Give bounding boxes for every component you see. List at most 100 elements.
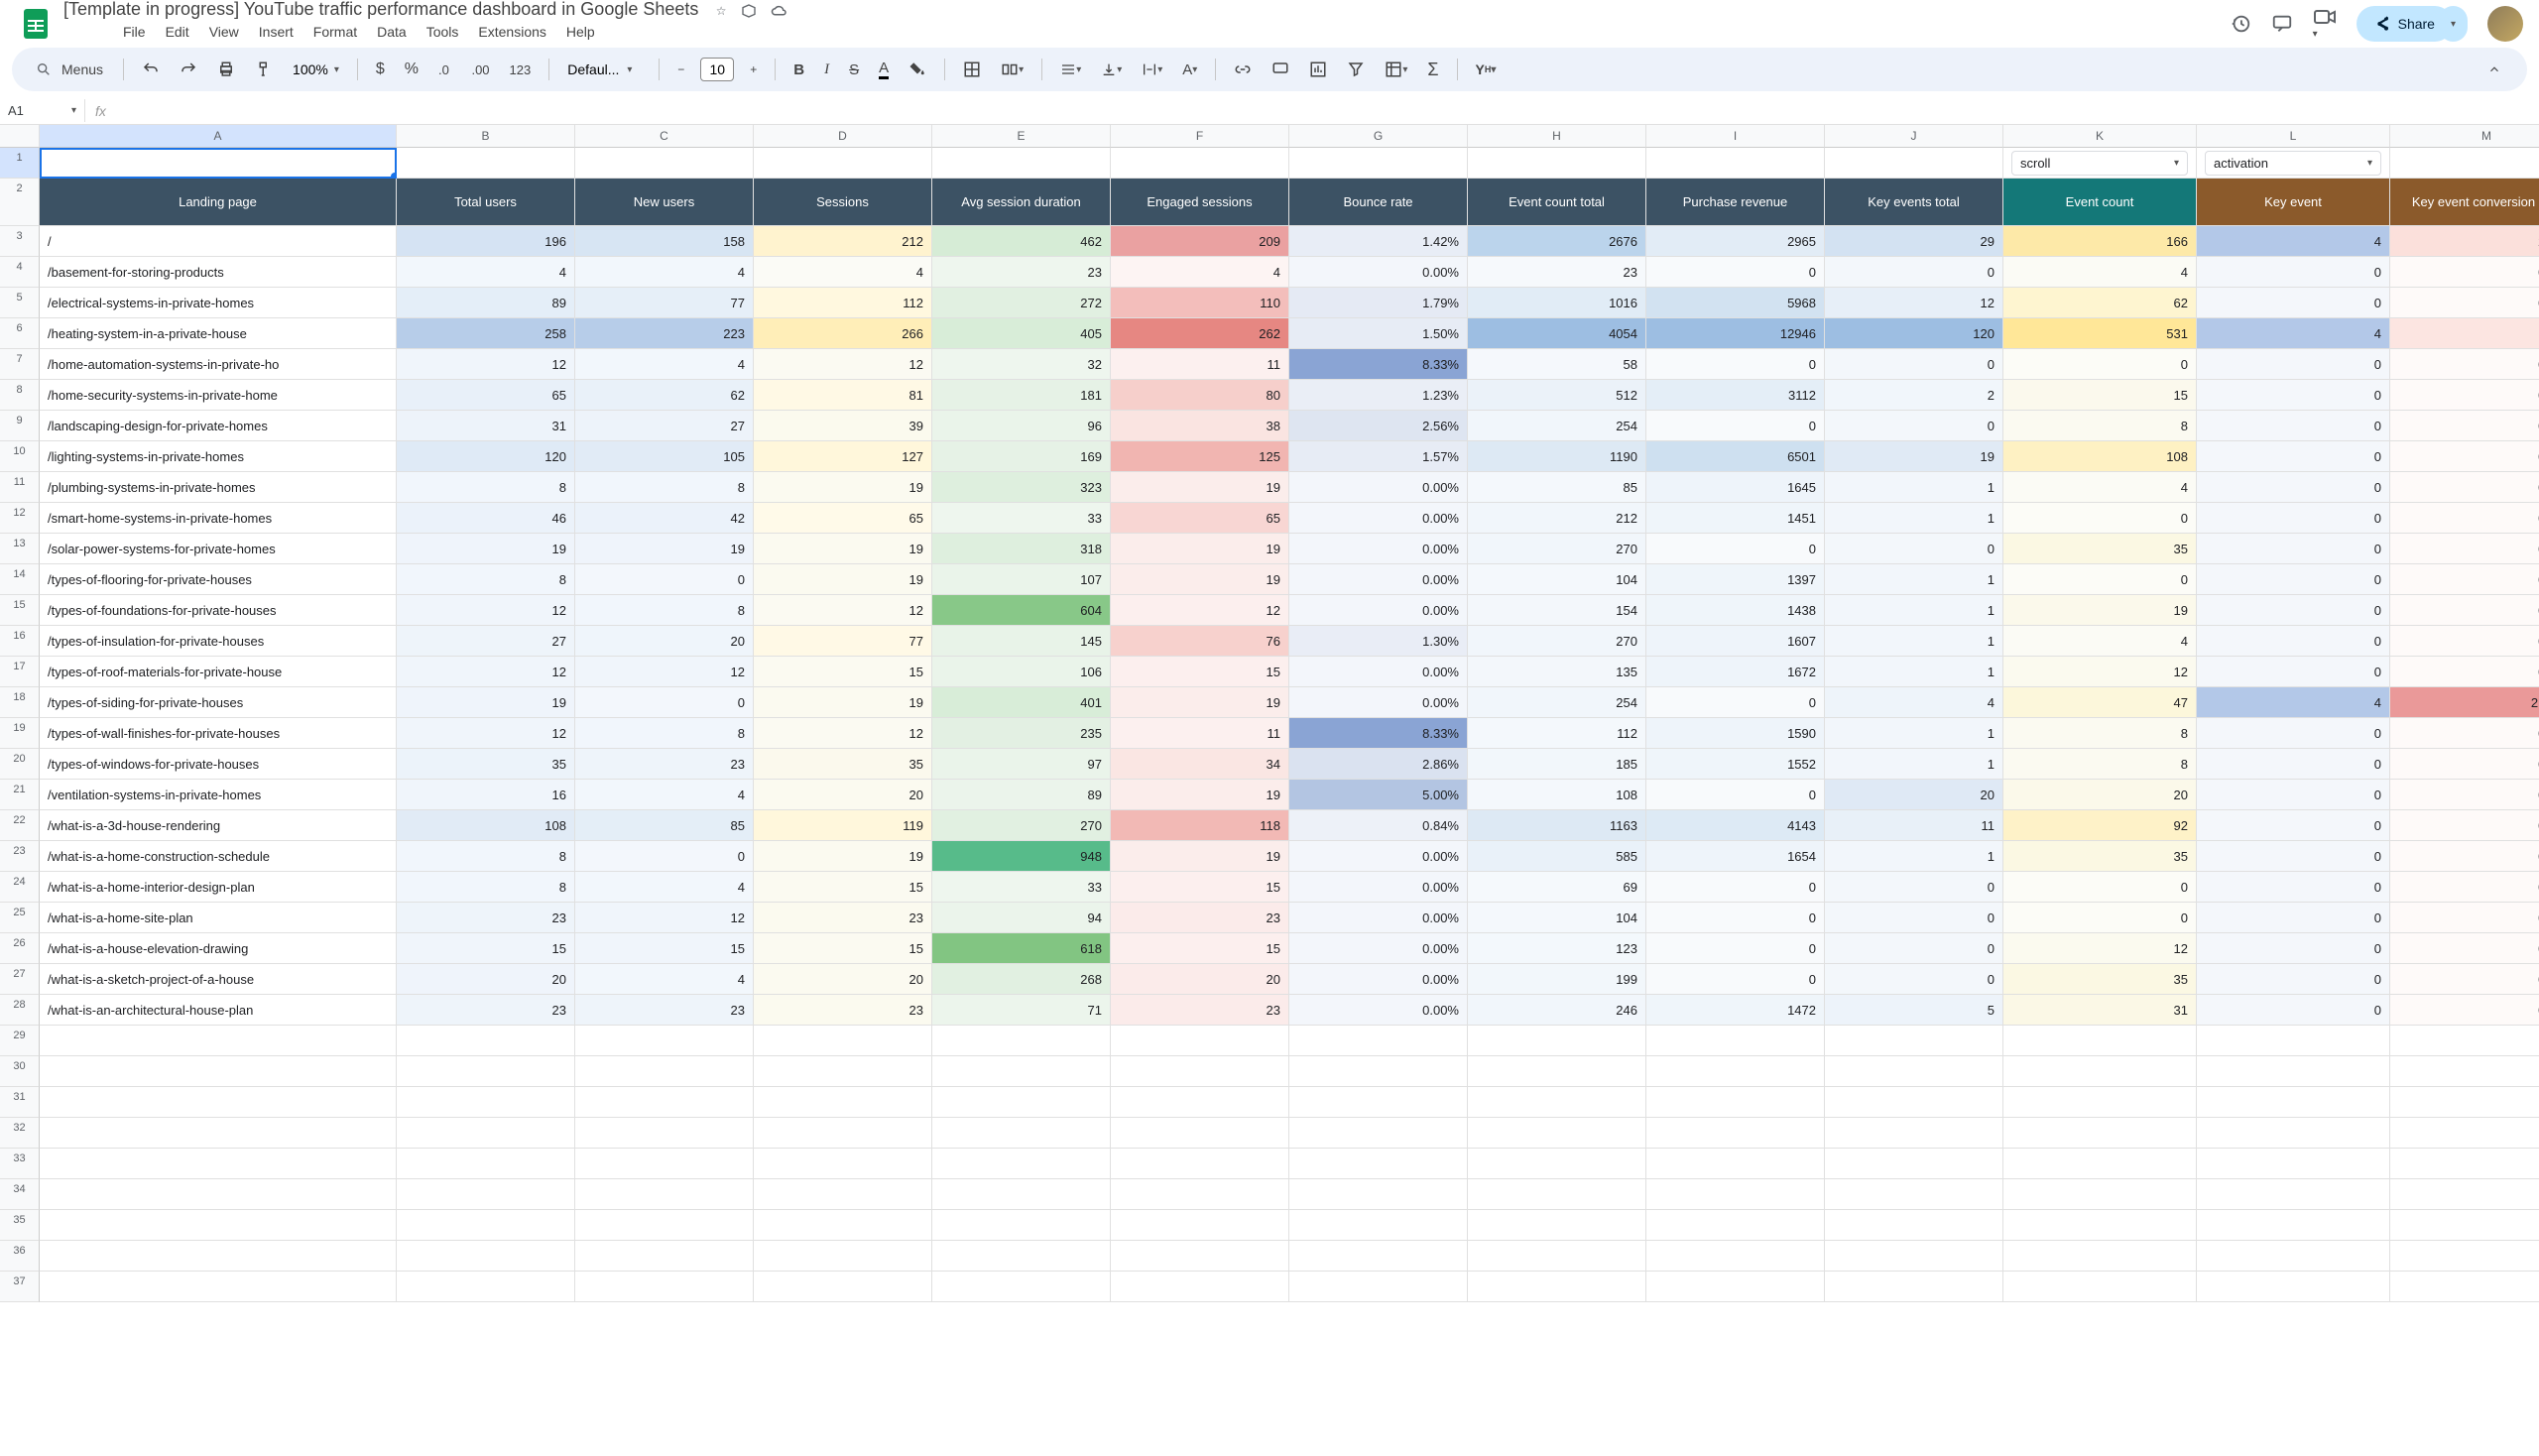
cell-empty[interactable] (397, 1056, 575, 1087)
cell-L13[interactable]: 0 (2197, 534, 2390, 564)
cell-I28[interactable]: 1472 (1646, 995, 1825, 1026)
cell-empty[interactable] (754, 1026, 932, 1056)
increase-decimal-button[interactable]: .00 (463, 57, 497, 83)
cell-M28[interactable]: 0.00% (2390, 995, 2539, 1026)
cell-empty[interactable] (1289, 1056, 1468, 1087)
cell-J22[interactable]: 11 (1825, 810, 2003, 841)
cell-D16[interactable]: 77 (754, 626, 932, 657)
cell-I3[interactable]: 2965 (1646, 226, 1825, 257)
cell-empty[interactable] (397, 1118, 575, 1149)
cell-empty[interactable] (932, 1149, 1111, 1179)
cell-empty[interactable] (932, 1026, 1111, 1056)
cell-I6[interactable]: 12946 (1646, 318, 1825, 349)
cell-r1[interactable] (1289, 148, 1468, 179)
cell-H14[interactable]: 104 (1468, 564, 1646, 595)
cell-F21[interactable]: 19 (1111, 780, 1289, 810)
cell-G4[interactable]: 0.00% (1289, 257, 1468, 288)
cell-L4[interactable]: 0 (2197, 257, 2390, 288)
cell-B7[interactable]: 12 (397, 349, 575, 380)
cell-I23[interactable]: 1654 (1646, 841, 1825, 872)
col-header-K[interactable]: K (2003, 125, 2197, 148)
cell-F9[interactable]: 38 (1111, 411, 1289, 441)
cell-K14[interactable]: 0 (2003, 564, 2197, 595)
cell-H12[interactable]: 212 (1468, 503, 1646, 534)
row-header-1[interactable]: 1 (0, 148, 40, 179)
cell-I10[interactable]: 6501 (1646, 441, 1825, 472)
cell-F8[interactable]: 80 (1111, 380, 1289, 411)
cell-G18[interactable]: 0.00% (1289, 687, 1468, 718)
cell-C7[interactable]: 4 (575, 349, 754, 380)
cell-L17[interactable]: 0 (2197, 657, 2390, 687)
cell-H22[interactable]: 1163 (1468, 810, 1646, 841)
cell-F15[interactable]: 12 (1111, 595, 1289, 626)
row-header-36[interactable]: 36 (0, 1241, 40, 1272)
cell-C24[interactable]: 4 (575, 872, 754, 903)
sheets-logo[interactable] (16, 4, 56, 44)
cell-empty[interactable] (1468, 1241, 1646, 1272)
cell-I14[interactable]: 1397 (1646, 564, 1825, 595)
h-align-button[interactable]: ▾ (1052, 56, 1089, 83)
cell-E21[interactable]: 89 (932, 780, 1111, 810)
cell-G23[interactable]: 0.00% (1289, 841, 1468, 872)
cell-F18[interactable]: 19 (1111, 687, 1289, 718)
cell-empty[interactable] (2390, 1179, 2539, 1210)
cell-K20[interactable]: 8 (2003, 749, 2197, 780)
cell-empty[interactable] (1825, 1179, 2003, 1210)
cell-r1[interactable] (754, 148, 932, 179)
cell-B20[interactable]: 35 (397, 749, 575, 780)
cell-D3[interactable]: 212 (754, 226, 932, 257)
cell-D7[interactable]: 12 (754, 349, 932, 380)
increase-font-button[interactable]: + (742, 57, 765, 82)
row-header-30[interactable]: 30 (0, 1056, 40, 1087)
col-header-D[interactable]: D (754, 125, 932, 148)
font-dropdown[interactable]: Defaul...▾ (559, 58, 649, 81)
row-header-12[interactable]: 12 (0, 503, 40, 534)
cell-M13[interactable]: 0.00% (2390, 534, 2539, 564)
cell-C8[interactable]: 62 (575, 380, 754, 411)
cell-empty[interactable] (1111, 1241, 1289, 1272)
cell-empty[interactable] (2390, 1272, 2539, 1302)
cell-M22[interactable]: 0.00% (2390, 810, 2539, 841)
cell-D28[interactable]: 23 (754, 995, 932, 1026)
cell-E3[interactable]: 462 (932, 226, 1111, 257)
cell-M15[interactable]: 0.00% (2390, 595, 2539, 626)
cell-empty[interactable] (1825, 1210, 2003, 1241)
wrap-button[interactable]: ▾ (1134, 56, 1170, 83)
print-button[interactable] (209, 55, 243, 84)
cell-H6[interactable]: 4054 (1468, 318, 1646, 349)
row-header-19[interactable]: 19 (0, 718, 40, 749)
cell-H25[interactable]: 104 (1468, 903, 1646, 933)
row-header-6[interactable]: 6 (0, 318, 40, 349)
cell-L10[interactable]: 0 (2197, 441, 2390, 472)
cell-A5[interactable]: /electrical-systems-in-private-homes (40, 288, 397, 318)
cell-L18[interactable]: 4 (2197, 687, 2390, 718)
cell-E10[interactable]: 169 (932, 441, 1111, 472)
cell-A14[interactable]: /types-of-flooring-for-private-houses (40, 564, 397, 595)
cell-K5[interactable]: 62 (2003, 288, 2197, 318)
cell-K23[interactable]: 35 (2003, 841, 2197, 872)
cell-I25[interactable]: 0 (1646, 903, 1825, 933)
format-123-button[interactable]: 123 (502, 57, 540, 83)
cell-empty[interactable] (1825, 1272, 2003, 1302)
cell-empty[interactable] (40, 1056, 397, 1087)
row-header-27[interactable]: 27 (0, 964, 40, 995)
cell-empty[interactable] (932, 1272, 1111, 1302)
cell-empty[interactable] (1468, 1087, 1646, 1118)
cell-I26[interactable]: 0 (1646, 933, 1825, 964)
cell-H24[interactable]: 69 (1468, 872, 1646, 903)
row-header-16[interactable]: 16 (0, 626, 40, 657)
cell-J7[interactable]: 0 (1825, 349, 2003, 380)
cell-empty[interactable] (1111, 1272, 1289, 1302)
cell-empty[interactable] (2003, 1210, 2197, 1241)
cell-F19[interactable]: 11 (1111, 718, 1289, 749)
cell-A9[interactable]: /landscaping-design-for-private-homes (40, 411, 397, 441)
cell-r1[interactable] (1825, 148, 2003, 179)
cell-D20[interactable]: 35 (754, 749, 932, 780)
cell-K3[interactable]: 166 (2003, 226, 2197, 257)
cell-B13[interactable]: 19 (397, 534, 575, 564)
cell-G16[interactable]: 1.30% (1289, 626, 1468, 657)
menu-tools[interactable]: Tools (419, 20, 467, 44)
search-menus[interactable]: Menus (26, 58, 113, 81)
cell-I12[interactable]: 1451 (1646, 503, 1825, 534)
cell-G6[interactable]: 1.50% (1289, 318, 1468, 349)
